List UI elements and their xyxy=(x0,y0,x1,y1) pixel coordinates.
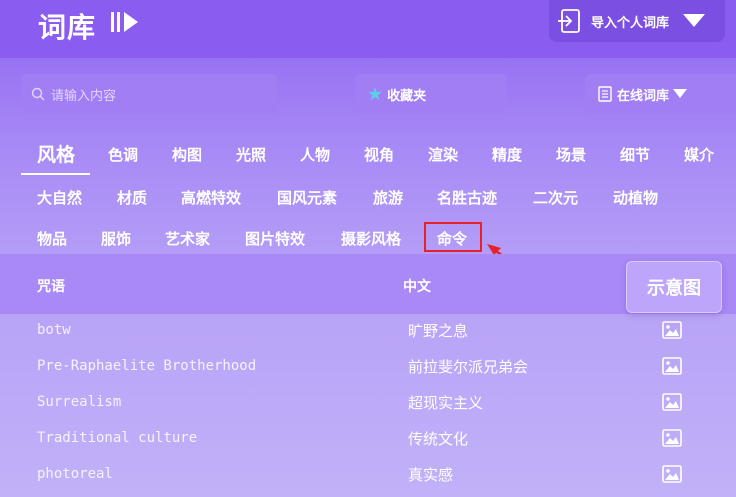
tab-composition[interactable]: 构图 xyxy=(172,144,202,165)
image-icon[interactable] xyxy=(662,357,682,375)
category-landmarks[interactable]: 名胜古迹 xyxy=(437,187,497,208)
category-effects[interactable]: 高燃特效 xyxy=(181,187,241,208)
column-header-chinese: 中文 xyxy=(403,279,431,295)
chevron-down-icon xyxy=(673,89,688,98)
main-tabs: 风格 色调 构图 光照 人物 视角 渲染 精度 场景 细节 媒介 xyxy=(0,140,736,174)
category-artist[interactable]: 艺术家 xyxy=(165,228,210,249)
spell-text: Pre-Raphaelite Brotherhood xyxy=(37,358,257,374)
category-objects[interactable]: 物品 xyxy=(37,228,67,249)
table-row[interactable]: photoreal 真实感 xyxy=(0,458,736,494)
table-row[interactable]: botw 旷野之息 xyxy=(0,314,736,350)
category-nature[interactable]: 大自然 xyxy=(37,187,82,208)
table-row[interactable]: Surrealism 超现实主义 xyxy=(0,386,736,422)
top-bar: 词库 导入个人词库 xyxy=(0,0,736,58)
highlight-box xyxy=(424,222,482,252)
category-chinese-style[interactable]: 国风元素 xyxy=(277,187,337,208)
chinese-text: 超现实主义 xyxy=(408,394,484,412)
category-photography-style[interactable]: 摄影风格 xyxy=(341,228,401,249)
chinese-text: 传统文化 xyxy=(408,430,469,448)
panel-toggle-icon[interactable] xyxy=(110,9,142,35)
tab-precision[interactable]: 精度 xyxy=(492,144,522,165)
image-icon[interactable] xyxy=(662,465,682,483)
favorites-label: 收藏夹 xyxy=(387,88,427,104)
import-icon xyxy=(558,9,580,33)
column-header-spell: 咒语 xyxy=(37,279,65,295)
chinese-text: 前拉斐尔派兄弟会 xyxy=(408,358,529,376)
spell-text: photoreal xyxy=(37,466,113,482)
category-material[interactable]: 材质 xyxy=(117,187,147,208)
category-image-effects[interactable]: 图片特效 xyxy=(245,228,305,249)
tab-view-angle[interactable]: 视角 xyxy=(364,144,394,165)
tab-character[interactable]: 人物 xyxy=(300,144,330,165)
online-dictionary-dropdown[interactable]: 在线词库 xyxy=(585,74,736,114)
category-anime[interactable]: 二次元 xyxy=(533,187,578,208)
tab-style[interactable]: 风格 xyxy=(37,140,75,167)
star-icon: ★ xyxy=(367,83,384,105)
category-travel[interactable]: 旅游 xyxy=(373,187,403,208)
search-icon xyxy=(31,87,45,101)
tab-render[interactable]: 渲染 xyxy=(428,144,458,165)
search-input[interactable]: 请输入内容 xyxy=(21,74,277,114)
import-label: 导入个人词库 xyxy=(591,15,670,31)
image-icon[interactable] xyxy=(662,429,682,447)
favorites-button[interactable]: ★ 收藏夹 xyxy=(355,74,507,114)
chinese-text: 旷野之息 xyxy=(408,322,469,340)
chinese-text: 真实感 xyxy=(408,466,454,484)
tab-detail[interactable]: 细节 xyxy=(620,144,650,165)
search-placeholder: 请输入内容 xyxy=(51,88,117,104)
preview-column-button[interactable]: 示意图 xyxy=(626,261,722,313)
spell-text: Surrealism xyxy=(37,394,122,410)
table-row[interactable]: Traditional culture 传统文化 xyxy=(0,422,736,458)
category-flora-fauna[interactable]: 动植物 xyxy=(613,187,658,208)
import-dictionary-button[interactable]: 导入个人词库 xyxy=(549,0,725,42)
tab-scene[interactable]: 场景 xyxy=(556,144,586,165)
tab-color-tone[interactable]: 色调 xyxy=(108,144,138,165)
spell-text: botw xyxy=(37,322,71,338)
book-icon xyxy=(598,86,612,102)
category-clothing[interactable]: 服饰 xyxy=(101,228,131,249)
image-icon[interactable] xyxy=(662,321,682,339)
online-label: 在线词库 xyxy=(617,88,670,104)
active-tab-underline xyxy=(21,173,90,175)
spell-text: Traditional culture xyxy=(37,430,198,446)
app-title: 词库 xyxy=(38,11,97,44)
chevron-down-icon xyxy=(683,14,706,27)
tab-lighting[interactable]: 光照 xyxy=(236,144,266,165)
image-icon[interactable] xyxy=(662,393,682,411)
tab-medium[interactable]: 媒介 xyxy=(684,144,714,165)
table-row[interactable]: Pre-Raphaelite Brotherhood 前拉斐尔派兄弟会 xyxy=(0,350,736,386)
